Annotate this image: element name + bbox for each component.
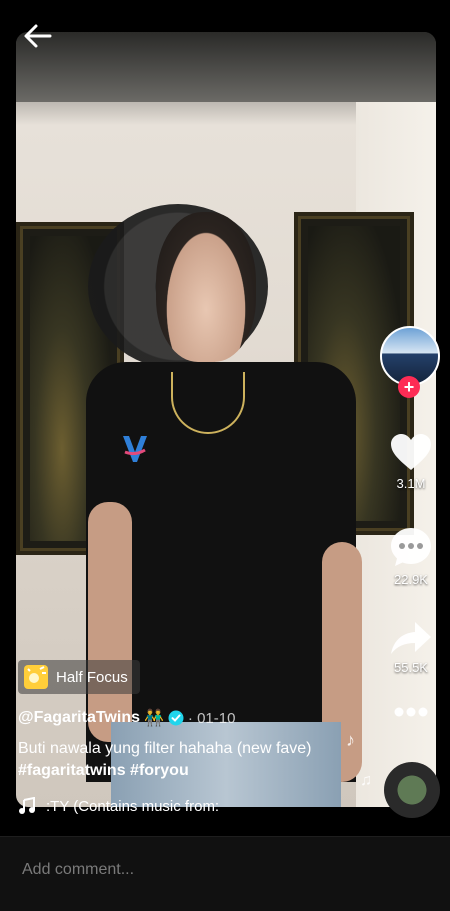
video-ceiling <box>16 32 436 102</box>
person-head <box>156 212 256 362</box>
like-button[interactable]: 3.1M <box>386 432 436 491</box>
post-date: · 01-10 <box>187 709 236 727</box>
comment-count: 22.9K <box>394 572 428 587</box>
verified-badge-icon <box>168 710 184 726</box>
floating-note-icon: ♫ <box>360 772 372 789</box>
creator-username-row[interactable]: @FagaritaTwins 👬 · 01-10 <box>18 708 235 728</box>
music-note-icon <box>19 797 35 814</box>
hashtag[interactable]: #fagaritatwins <box>18 762 126 779</box>
hashtag[interactable]: #foryou <box>130 762 189 779</box>
video-caption: Buti nawala yung filter hahaha (new fave… <box>18 738 348 782</box>
more-dots-icon <box>394 707 428 717</box>
comment-button[interactable]: 22.9K <box>386 526 436 587</box>
follow-plus-icon[interactable]: + <box>398 376 420 398</box>
share-count: 55.5K <box>394 660 428 675</box>
shirt-logo <box>123 436 147 462</box>
comment-bar: Add comment... <box>0 836 450 911</box>
music-title: :TY (Contains music from: <box>46 797 220 815</box>
floating-note-icon: ♪ <box>346 730 355 750</box>
like-count: 3.1M <box>396 476 426 491</box>
music-row[interactable]: :TY (Contains music from: <box>18 797 219 815</box>
heart-icon <box>391 434 431 470</box>
share-button[interactable]: 55.5K <box>386 620 436 675</box>
comment-bubble-icon <box>391 528 431 566</box>
effect-chip[interactable]: Half Focus <box>18 660 140 694</box>
caption-text: Buti nawala yung filter hahaha (new fave… <box>18 740 312 757</box>
effect-label: Half Focus <box>56 668 128 686</box>
back-arrow-icon[interactable] <box>22 22 54 50</box>
creator-username[interactable]: @FagaritaTwins <box>18 709 140 727</box>
username-emoji: 👬 <box>144 710 164 727</box>
person-arm-left <box>88 502 132 742</box>
more-options-button[interactable] <box>386 704 436 720</box>
share-arrow-icon <box>391 622 431 654</box>
add-comment-input[interactable]: Add comment... <box>22 861 134 879</box>
effect-icon <box>24 665 48 689</box>
music-disc-icon[interactable] <box>384 762 440 818</box>
